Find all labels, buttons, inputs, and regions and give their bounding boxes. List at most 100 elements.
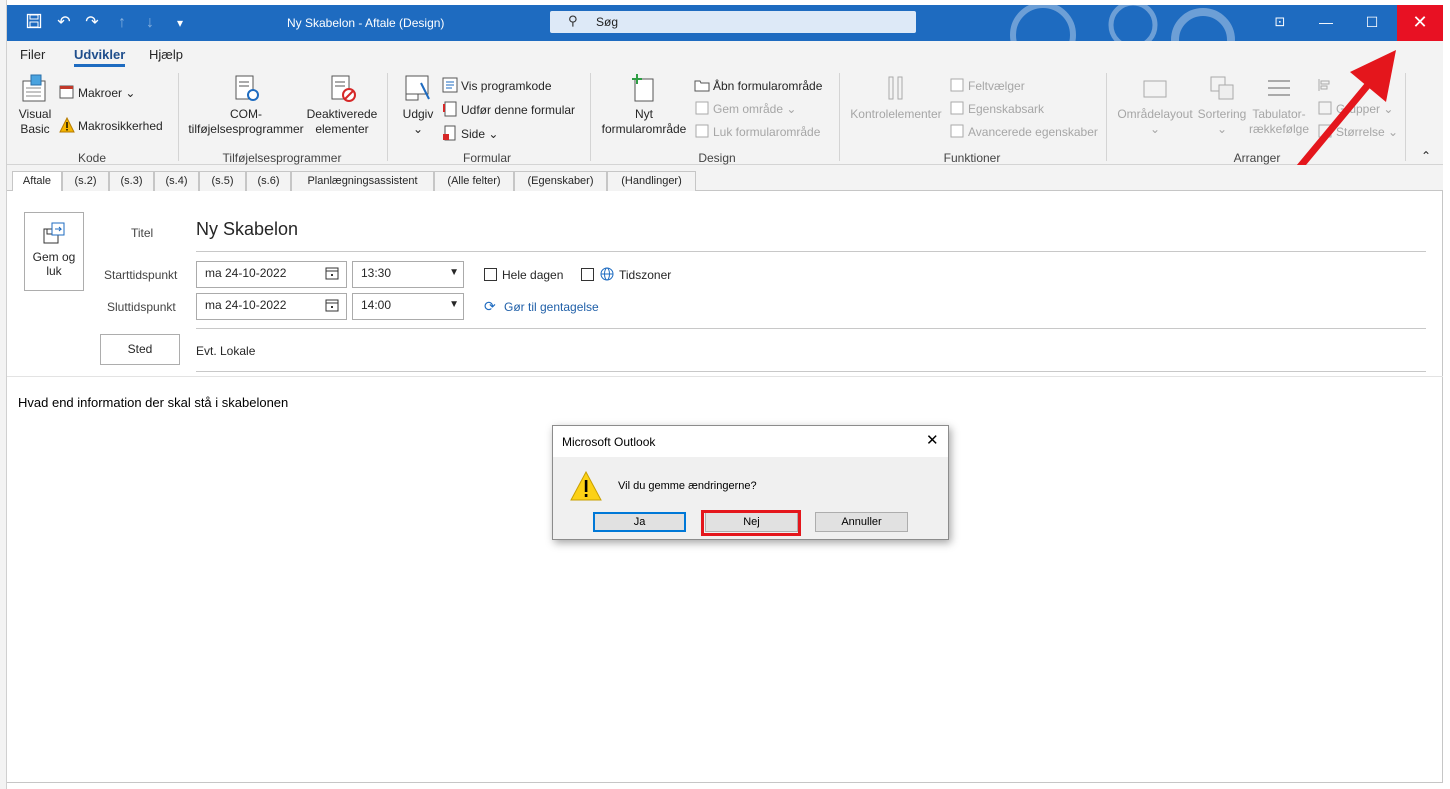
ribbon-separator xyxy=(178,73,179,161)
feltvaelger-button[interactable]: Feltvælger xyxy=(949,77,1025,94)
makroer-button[interactable]: Makroer ⌄ xyxy=(59,84,135,101)
makroer-label: Makroer xyxy=(78,86,123,100)
formtab-s4[interactable]: (s.4) xyxy=(154,171,199,191)
udfor-label: Udfør denne formular xyxy=(461,103,576,117)
visual-basic-button[interactable]: Visual Basic xyxy=(13,73,57,137)
visual-basic-label-1: Visual xyxy=(18,107,52,121)
chevron-down-icon: ⌄ xyxy=(488,127,499,141)
formtab-alle-felter[interactable]: (Alle felter) xyxy=(434,171,514,191)
undo-icon[interactable]: ↶ xyxy=(54,13,74,33)
search-box[interactable]: ⚲ Søg xyxy=(550,11,916,33)
dialog-title: Microsoft Outlook xyxy=(562,435,656,449)
end-date-input[interactable]: ma 24-10-2022 xyxy=(196,293,347,320)
group-label-formular: Formular xyxy=(462,151,511,165)
abn-formularomrade-button[interactable]: Åbn formularområde xyxy=(694,77,822,94)
nyt-formularomrade-button[interactable]: Nyt formularområde xyxy=(597,73,691,137)
luk-formularomrade-button[interactable]: Luk formularområde xyxy=(694,123,820,140)
side-button[interactable]: Side ⌄ xyxy=(442,125,498,142)
maximize-button[interactable]: ☐ xyxy=(1349,5,1395,41)
hele-dagen-label: Hele dagen xyxy=(502,268,564,282)
sortering-button[interactable]: Sortering ⌄ xyxy=(1193,73,1251,137)
ja-button[interactable]: Ja xyxy=(593,512,686,532)
tab-udvikler[interactable]: Udvikler xyxy=(74,47,126,67)
calendar-icon[interactable] xyxy=(325,266,339,283)
start-time-value: 13:30 xyxy=(361,266,392,280)
minimize-button[interactable]: — xyxy=(1303,5,1349,41)
separator-line xyxy=(196,328,1426,329)
start-date-input[interactable]: ma 24-10-2022 xyxy=(196,261,347,288)
makrosikkerhed-button[interactable]: Makrosikkerhed xyxy=(59,117,163,134)
tab-hjaelp[interactable]: Hjælp xyxy=(149,47,183,62)
vis-programkode-button[interactable]: Vis programkode xyxy=(442,77,552,94)
makrosikkerhed-label: Makrosikkerhed xyxy=(78,119,163,133)
formtab-egenskaber[interactable]: (Egenskaber) xyxy=(514,171,607,191)
nyt-label-1: Nyt xyxy=(635,107,653,121)
page-icon xyxy=(443,125,456,141)
dialog-close-icon[interactable]: ✕ xyxy=(926,431,939,449)
end-time-select[interactable]: 14:00 ▼ xyxy=(352,293,464,320)
dialog-message: Vil du gemme ændringerne? xyxy=(618,480,757,492)
chevron-down-icon: ⌄ xyxy=(1216,122,1228,136)
sted-button[interactable]: Sted xyxy=(100,334,180,365)
annuller-button[interactable]: Annuller xyxy=(815,512,908,532)
warning-icon xyxy=(570,470,602,504)
sortering-label: Sortering xyxy=(1197,107,1247,121)
omradelayout-label: Områdelayout xyxy=(1117,107,1193,121)
close-button[interactable]: ✕ xyxy=(1397,5,1443,41)
egenskabsark-button[interactable]: Egenskabsark xyxy=(949,100,1044,117)
kontrolelementer-button[interactable]: Kontrolelementer xyxy=(848,73,944,122)
sted-input[interactable]: Evt. Lokale xyxy=(196,344,255,358)
gor-til-gentagelse-link[interactable]: Gør til gentagelse xyxy=(504,300,599,314)
body-text[interactable]: Hvad end information der skal stå i skab… xyxy=(18,395,288,410)
avancerede-egenskaber-button[interactable]: Avancerede egenskaber xyxy=(949,123,1098,140)
formtab-s2[interactable]: (s.2) xyxy=(62,171,109,191)
customize-toolbar-icon[interactable]: ▾ xyxy=(170,13,190,33)
search-placeholder: Søg xyxy=(596,15,619,29)
tidszoner-checkbox[interactable] xyxy=(581,268,594,281)
arrow-up-icon[interactable]: ↑ xyxy=(112,13,132,33)
collapse-ribbon-icon[interactable]: ⌃ xyxy=(1419,149,1433,164)
save-close-icon xyxy=(43,222,65,244)
formtab-planlaegningsassistent[interactable]: Planlægningsassistent xyxy=(291,171,434,191)
formtab-aftale[interactable]: Aftale xyxy=(12,171,62,192)
save-icon[interactable] xyxy=(24,13,44,33)
end-time-value: 14:00 xyxy=(361,298,392,312)
com-addins-icon xyxy=(235,75,259,101)
redo-icon[interactable]: ↷ xyxy=(82,13,102,33)
hele-dagen-checkbox[interactable] xyxy=(484,268,497,281)
formtab-s5[interactable]: (s.5) xyxy=(199,171,246,191)
start-time-select[interactable]: 13:30 ▼ xyxy=(352,261,464,288)
start-date-value: ma 24-10-2022 xyxy=(205,266,287,280)
ribbon-separator xyxy=(839,73,840,161)
formtab-s6[interactable]: (s.6) xyxy=(246,171,291,191)
formtab-handlinger[interactable]: (Handlinger) xyxy=(607,171,696,191)
udgiv-button[interactable]: Udgiv ⌄ xyxy=(399,73,437,137)
starttidspunkt-label: Starttidspunkt xyxy=(104,268,178,282)
formtab-s3[interactable]: (s.3) xyxy=(109,171,154,191)
ribbon-display-options-icon[interactable]: ⊡ xyxy=(1257,5,1303,41)
ribbon-separator xyxy=(387,73,388,161)
calendar-icon[interactable] xyxy=(325,298,339,315)
gem-omrade-button[interactable]: Gem område ⌄ xyxy=(694,100,796,117)
titel-input[interactable]: Ny Skabelon xyxy=(196,219,298,240)
save-region-icon xyxy=(695,101,709,115)
chevron-down-icon: ⌄ xyxy=(1149,122,1161,136)
chevron-down-icon: ▼ xyxy=(449,299,459,310)
side-label: Side xyxy=(461,127,486,141)
com-addins-button[interactable]: COM- tilføjelsesprogrammer xyxy=(185,73,307,137)
chevron-down-icon: ⌄ xyxy=(125,86,136,100)
tab-filer[interactable]: Filer xyxy=(20,47,45,62)
udfor-formular-button[interactable]: Udfør denne formular xyxy=(442,101,575,118)
group-label-tilfoj: Tilføjelsesprogrammer xyxy=(222,151,342,165)
arrow-down-icon[interactable]: ↓ xyxy=(140,13,160,33)
gem-og-luk-button[interactable]: Gem og luk xyxy=(24,212,84,291)
visual-basic-icon xyxy=(22,74,46,102)
omradelayout-button[interactable]: Områdelayout ⌄ xyxy=(1115,73,1195,137)
dialog-header: Microsoft Outlook ✕ xyxy=(553,426,948,457)
disabled-items-button[interactable]: Deaktiverede elementer xyxy=(305,73,379,137)
com-label-1: COM- xyxy=(230,107,262,121)
group-label-design: Design xyxy=(698,151,736,165)
body-separator xyxy=(7,376,1443,377)
search-icon: ⚲ xyxy=(568,13,578,28)
gem-og-luk-label-2: luk xyxy=(46,264,62,278)
